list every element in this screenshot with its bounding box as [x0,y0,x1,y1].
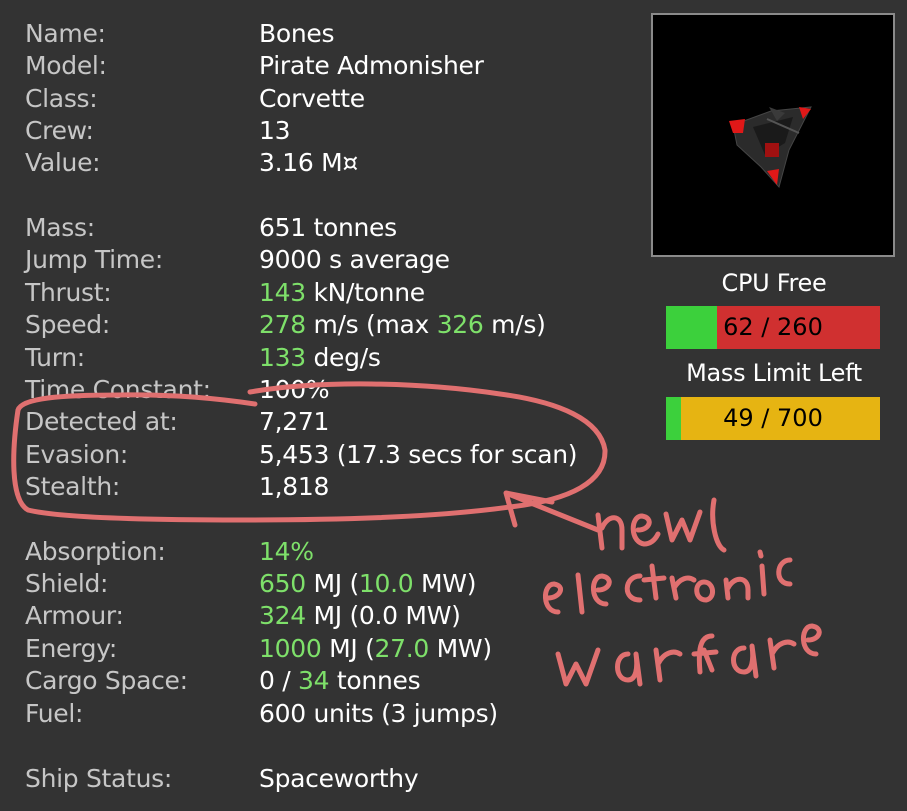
mass-limit-left-label: Mass Limit Left [686,359,862,387]
detected-at-value: 7,271 [259,407,330,436]
ship-status-value: Spaceworthy [259,764,419,793]
stat-label: Jump Time: [25,245,163,274]
mass-limit-text: 49 / 700 [723,404,823,432]
stat-label: Shield: [25,569,109,598]
stat-label: Stealth: [25,472,120,501]
shield-regen-number: 10.0 [358,569,414,598]
stat-label: Name: [25,19,106,48]
cargo-unit: tonnes [329,666,421,695]
cpu-free-text: 62 / 260 [723,313,823,341]
speed-text: m/s (max [305,310,437,339]
turn-value: 133 deg/s [259,342,381,374]
stat-label: Class: [25,84,98,113]
ship-name-value: Bones [259,19,335,48]
stat-label: Crew: [25,116,94,145]
thrust-value: 143 kN/tonne [259,277,425,309]
stat-label: Model: [25,51,107,80]
turn-number: 133 [259,343,306,372]
stat-label: Time Constant: [25,375,211,404]
armour-value: 324 MJ (0.0 MW) [259,600,461,632]
annotation-arrow [503,490,601,533]
stat-label: Speed: [25,310,110,339]
ship-sprite [729,106,812,189]
energy-text: MJ ( [321,634,375,663]
armour-text: MJ (0.0 MW) [305,601,461,630]
ship-model-value: Pirate Admonisher [259,51,484,80]
speed-max-number: 326 [436,310,484,339]
shield-text-end: MW) [413,569,477,598]
cargo-space-value: 0 / 34 tonnes [259,665,421,697]
cpu-free-bar: 62 / 260 [666,306,880,349]
jump-time-value: 9000 s average [259,245,450,274]
stat-label: Turn: [25,343,85,372]
stat-label: Detected at: [25,407,178,436]
thrust-number: 143 [259,278,306,307]
cargo-capacity-number: 34 [298,666,330,695]
ship-value-value: 3.16 M¤ [259,148,358,177]
speed-number: 278 [259,310,306,339]
ship-crew-value: 13 [259,116,291,145]
energy-number: 1000 [259,634,322,663]
shield-number: 650 [259,569,306,598]
shield-value: 650 MJ (10.0 MW) [259,568,476,600]
fuel-value: 600 units (3 jumps) [259,699,498,728]
ship-preview [651,13,895,257]
stat-label: Mass: [25,213,95,242]
stat-label: Thrust: [25,278,112,307]
energy-regen-number: 27.0 [374,634,430,663]
stat-label: Evasion: [25,440,129,469]
evasion-value: 5,453 (17.3 secs for scan) [259,440,578,469]
stat-label: Value: [25,148,101,177]
stat-label: Absorption: [25,537,166,566]
stat-label: Ship Status: [25,764,172,793]
thrust-unit: kN/tonne [305,278,425,307]
turn-unit: deg/s [305,343,381,372]
stealth-value: 1,818 [259,472,330,501]
annotation-handwriting [543,497,822,687]
energy-value: 1000 MJ (27.0 MW) [259,633,492,665]
armour-number: 324 [259,601,306,630]
ship-class-value: Corvette [259,84,365,113]
cargo-used: 0 / [259,666,299,695]
speed-text-end: m/s) [483,310,546,339]
energy-text-end: MW) [429,634,492,663]
speed-value: 278 m/s (max 326 m/s) [259,309,546,341]
stat-label: Fuel: [25,699,84,728]
absorption-value: 14% [259,537,314,566]
cpu-free-label: CPU Free [721,269,827,297]
stat-label: Energy: [25,634,118,663]
mass-value: 651 tonnes [259,213,397,242]
stat-label: Armour: [25,601,124,630]
stat-label: Cargo Space: [25,666,188,695]
mass-limit-bar: 49 / 700 [666,397,880,440]
shield-text: MJ ( [305,569,359,598]
time-constant-value: 100% [259,375,330,404]
